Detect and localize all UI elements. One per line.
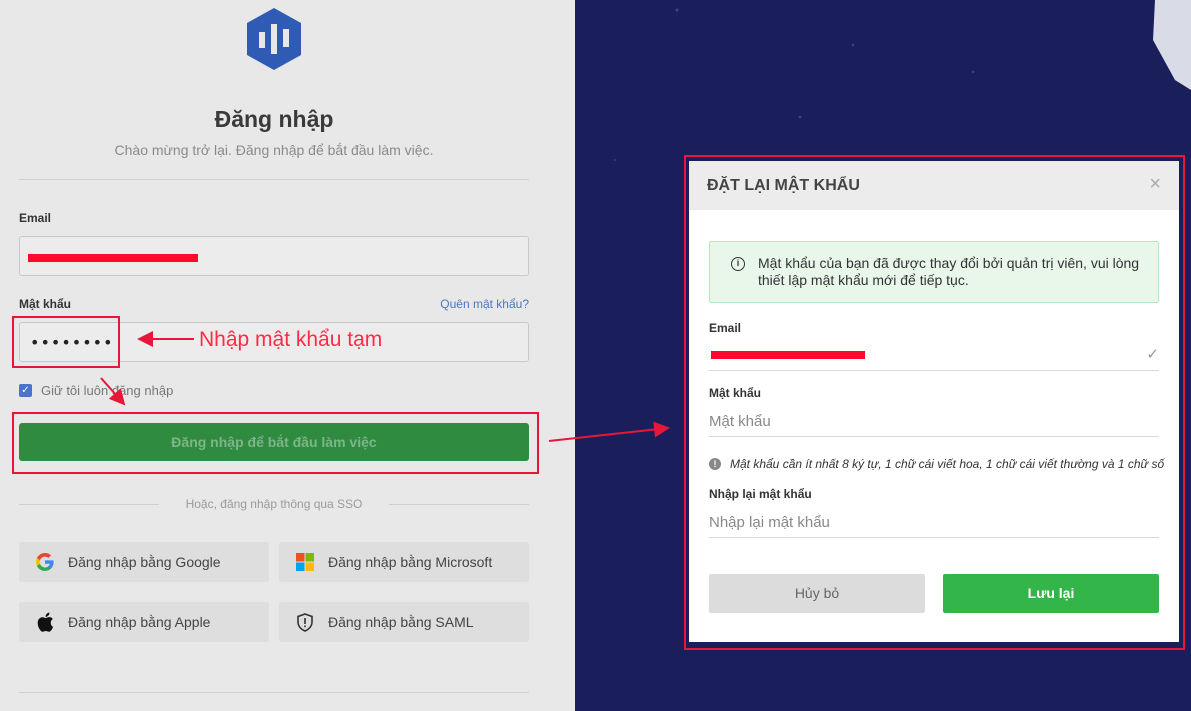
saml-sso-label: Đăng nhập bằng SAML bbox=[328, 614, 474, 630]
microsoft-sso-label: Đăng nhập bằng Microsoft bbox=[328, 554, 493, 570]
divider bbox=[19, 179, 529, 180]
google-icon bbox=[34, 553, 56, 571]
remember-label: Giữ tôi luôn đăng nhập bbox=[41, 383, 174, 398]
email-label: Email bbox=[19, 211, 52, 225]
shield-icon bbox=[294, 612, 316, 632]
microsoft-sso-button[interactable]: Đăng nhập bằng Microsoft bbox=[279, 542, 529, 582]
apple-sso-button[interactable]: Đăng nhập bằng Apple bbox=[19, 602, 269, 642]
email-input[interactable] bbox=[19, 236, 529, 276]
annotation-modal-box bbox=[684, 155, 1185, 650]
google-sso-label: Đăng nhập bằng Google bbox=[68, 554, 221, 570]
apple-sso-label: Đăng nhập bằng Apple bbox=[68, 614, 211, 630]
forgot-password-link[interactable]: Quên mật khẩu? bbox=[440, 297, 529, 311]
login-subtitle: Chào mừng trở lại. Đăng nhập để bắt đầu … bbox=[114, 142, 434, 158]
sso-separator-text: Hoặc, đăng nhập thông qua SSO bbox=[185, 497, 363, 511]
apple-icon bbox=[34, 612, 56, 632]
password-label: Mật khẩu bbox=[19, 297, 72, 311]
annotation-password-box bbox=[12, 316, 120, 368]
annotation-login-button-box bbox=[12, 412, 539, 474]
saml-sso-button[interactable]: Đăng nhập bằng SAML bbox=[279, 602, 529, 642]
annotation-text: Nhập mật khẩu tạm bbox=[199, 328, 383, 351]
redacted-email bbox=[28, 254, 198, 262]
remember-checkbox[interactable]: ✓ bbox=[19, 384, 32, 397]
login-title: Đăng nhập bbox=[214, 106, 334, 132]
divider bbox=[19, 692, 529, 693]
brand-logo-icon bbox=[247, 8, 301, 70]
google-sso-button[interactable]: Đăng nhập bằng Google bbox=[19, 542, 269, 582]
microsoft-icon bbox=[294, 553, 316, 571]
